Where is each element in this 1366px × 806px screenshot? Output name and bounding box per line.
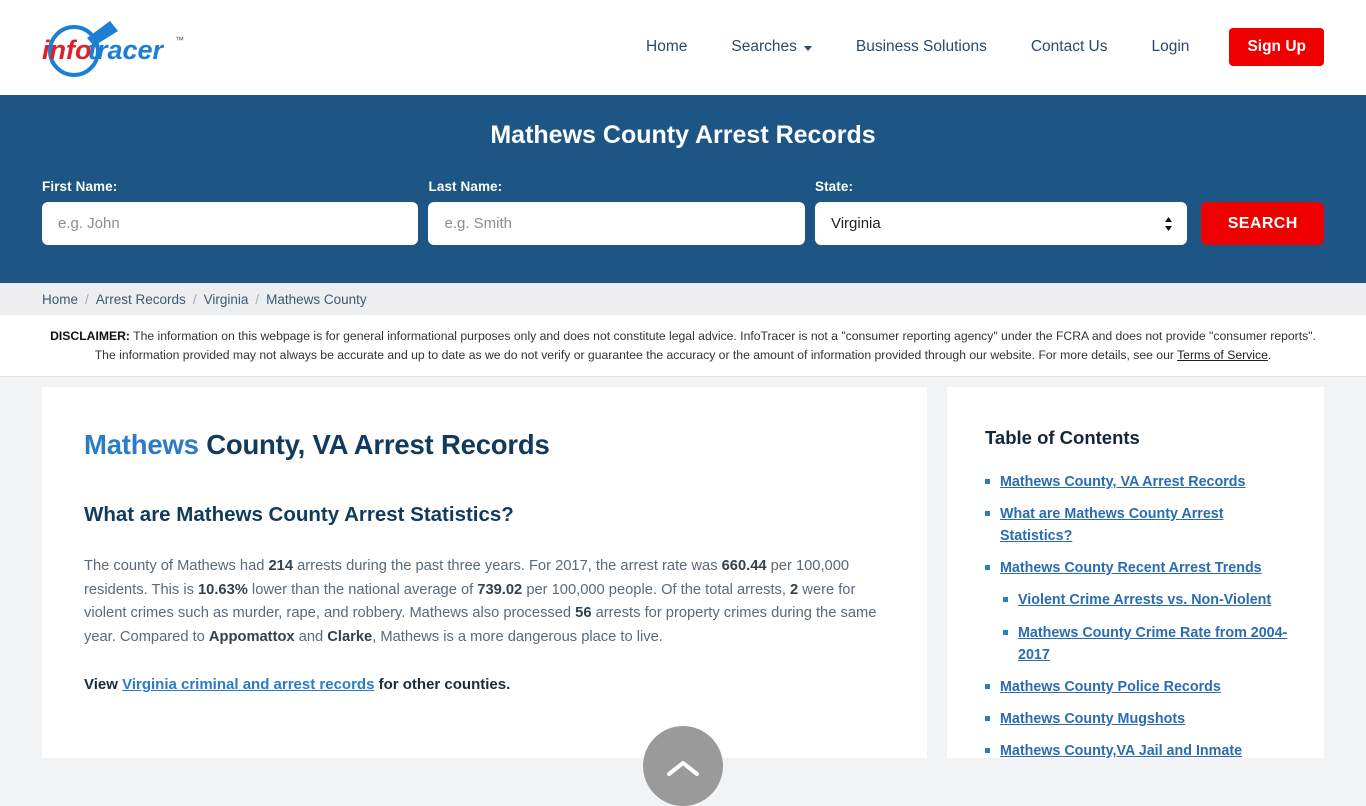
chevron-down-icon bbox=[803, 45, 812, 51]
arrest-statistics-paragraph: The county of Mathews had 214 arrests du… bbox=[84, 555, 885, 650]
main-content-card: Mathews County, VA Arrest Records What a… bbox=[42, 386, 927, 758]
stat-value: 56 bbox=[575, 605, 592, 622]
breadcrumb-separator: / bbox=[255, 291, 260, 307]
page-body: Mathews County, VA Arrest Records What a… bbox=[0, 376, 1366, 758]
disclaimer-suffix: . bbox=[1267, 347, 1272, 362]
view-other-counties-line: View Virginia criminal and arrest record… bbox=[84, 676, 885, 693]
toc-item: Violent Crime Arrests vs. Non-Violent bbox=[985, 589, 1292, 611]
top-navigation-bar: info tracer ™ Home Searches Business Sol… bbox=[0, 0, 1366, 95]
view-prefix: View bbox=[84, 676, 123, 694]
toc-link-2[interactable]: Mathews County Recent Arrest Trends bbox=[1000, 557, 1262, 579]
stat-text: lower than the national average of bbox=[247, 581, 478, 598]
nav-item-contact-us-label: Contact Us bbox=[1030, 38, 1108, 55]
virginia-records-link[interactable]: Virginia criminal and arrest records bbox=[122, 676, 374, 693]
last-name-label: Last Name: bbox=[428, 179, 503, 194]
toc-item: Mathews County, VA Arrest Records bbox=[985, 471, 1292, 493]
breadcrumb-separator: / bbox=[192, 291, 197, 307]
stat-value: 739.02 bbox=[477, 581, 523, 598]
toc-title: Table of Contents bbox=[985, 426, 1140, 448]
scroll-to-top-button[interactable] bbox=[643, 726, 723, 806]
nav-item-searches[interactable]: Searches bbox=[709, 28, 833, 66]
toc-link-4[interactable]: Mathews County Crime Rate from 2004-2017 bbox=[1018, 622, 1292, 666]
nav-item-login-label: Login bbox=[1151, 38, 1190, 55]
nav-item-home-label: Home bbox=[646, 38, 688, 55]
toc-link-7[interactable]: Mathews County,VA Jail and Inmate Record… bbox=[1000, 740, 1292, 758]
bullet-icon bbox=[1003, 597, 1008, 603]
disclaimer-prefix: DISCLAIMER: bbox=[50, 329, 130, 343]
breadcrumb-item-home[interactable]: Home bbox=[42, 292, 78, 307]
bullet-icon bbox=[985, 683, 990, 689]
stat-text: The county of Mathews had bbox=[84, 557, 269, 574]
stat-text: and bbox=[294, 629, 328, 646]
svg-text:info: info bbox=[42, 35, 91, 65]
first-name-field-group: First Name: bbox=[42, 179, 419, 245]
first-name-input[interactable] bbox=[42, 202, 419, 245]
toc-link-3[interactable]: Violent Crime Arrests vs. Non-Violent bbox=[1018, 589, 1271, 611]
nav-item-login[interactable]: Login bbox=[1130, 28, 1212, 66]
last-name-input[interactable] bbox=[428, 202, 805, 245]
stat-text: per 100,000 people. Of the total arrests… bbox=[522, 581, 791, 598]
view-suffix: for other counties. bbox=[374, 676, 511, 694]
toc-link-6[interactable]: Mathews County Mugshots bbox=[1000, 708, 1185, 730]
terms-of-service-link[interactable]: Terms of Service bbox=[1177, 348, 1268, 362]
chevron-up-icon bbox=[667, 761, 699, 776]
toc-item: What are Mathews County Arrest Statistic… bbox=[985, 503, 1292, 547]
state-label: State: bbox=[814, 179, 854, 194]
state-select[interactable]: Virginia bbox=[814, 202, 1188, 245]
toc-item: Mathews County Recent Arrest Trends bbox=[985, 557, 1292, 579]
stat-text: , Mathews is a more dangerous place to l… bbox=[372, 629, 663, 646]
infotracer-logo-icon: info tracer ™ bbox=[42, 20, 184, 77]
disclaimer-banner: DISCLAIMER: The information on this webp… bbox=[0, 315, 1366, 377]
toc-item: Mathews County Crime Rate from 2004-2017 bbox=[985, 622, 1292, 666]
disclaimer-text: The information on this webpage is for g… bbox=[94, 329, 1316, 362]
infotracer-logo[interactable]: info tracer ™ bbox=[38, 17, 218, 79]
toc-list: Mathews County, VA Arrest Records What ar… bbox=[985, 471, 1292, 758]
breadcrumb: Home / Arrest Records / Virginia / Mathe… bbox=[0, 283, 1366, 315]
breadcrumb-item-virginia[interactable]: Virginia bbox=[204, 292, 249, 307]
toc-item: Mathews County Mugshots bbox=[985, 708, 1292, 730]
table-of-contents-card: Table of Contents Mathews County, VA Arr… bbox=[947, 386, 1324, 758]
bullet-icon bbox=[985, 716, 990, 722]
last-name-field-group: Last Name: bbox=[428, 179, 805, 245]
toc-link-5[interactable]: Mathews County Police Records bbox=[1000, 676, 1221, 698]
toc-item: Mathews County,VA Jail and Inmate Record… bbox=[985, 740, 1292, 758]
bullet-icon bbox=[1003, 629, 1008, 635]
bullet-icon bbox=[985, 565, 990, 571]
stat-value: 2 bbox=[790, 581, 799, 598]
article-title: Mathews County, VA Arrest Records bbox=[84, 429, 885, 461]
svg-text:™: ™ bbox=[175, 35, 184, 45]
nav-item-searches-label: Searches bbox=[731, 38, 797, 55]
stat-value: Clarke bbox=[327, 629, 373, 646]
svg-text:tracer: tracer bbox=[88, 35, 165, 65]
toc-link-0[interactable]: Mathews County, VA Arrest Records bbox=[1000, 471, 1245, 493]
breadcrumb-item-current: Mathews County bbox=[266, 291, 367, 307]
stat-value: Appomattox bbox=[208, 629, 295, 646]
first-name-label: First Name: bbox=[42, 179, 118, 194]
nav-item-home[interactable]: Home bbox=[624, 28, 709, 66]
sign-up-button[interactable]: Sign Up bbox=[1229, 28, 1324, 66]
nav-item-business-solutions[interactable]: Business Solutions bbox=[834, 28, 1009, 66]
toc-link-1[interactable]: What are Mathews County Arrest Statistic… bbox=[1000, 503, 1292, 547]
state-field-group: State: Virginia bbox=[814, 179, 1188, 245]
main-menu: Home Searches Business Solutions Contact… bbox=[624, 28, 1324, 66]
stat-value: 10.63% bbox=[198, 581, 248, 598]
breadcrumb-item-arrest-records[interactable]: Arrest Records bbox=[96, 292, 186, 307]
bullet-icon bbox=[985, 748, 990, 754]
nav-item-business-solutions-label: Business Solutions bbox=[855, 38, 987, 55]
article-title-highlight: Mathews bbox=[84, 428, 199, 460]
page-title: Mathews County Arrest Records bbox=[490, 121, 876, 149]
toc-item: Mathews County Police Records bbox=[985, 676, 1292, 698]
bullet-icon bbox=[985, 510, 990, 516]
stat-text: arrests during the past three years. For… bbox=[293, 557, 722, 574]
search-hero-section: Mathews County Arrest Records First Name… bbox=[0, 95, 1366, 283]
stat-value: 214 bbox=[268, 557, 294, 574]
stat-value: 660.44 bbox=[721, 557, 767, 574]
bullet-icon bbox=[985, 478, 990, 484]
section-heading-arrest-statistics: What are Mathews County Arrest Statistic… bbox=[84, 502, 514, 526]
arrest-records-search-form: First Name: Last Name: State: Virginia bbox=[0, 179, 1366, 245]
breadcrumb-separator: / bbox=[85, 291, 89, 307]
nav-item-contact-us[interactable]: Contact Us bbox=[1009, 28, 1130, 66]
search-button[interactable]: SEARCH bbox=[1201, 202, 1324, 245]
article-title-rest: County, VA Arrest Records bbox=[198, 428, 550, 460]
